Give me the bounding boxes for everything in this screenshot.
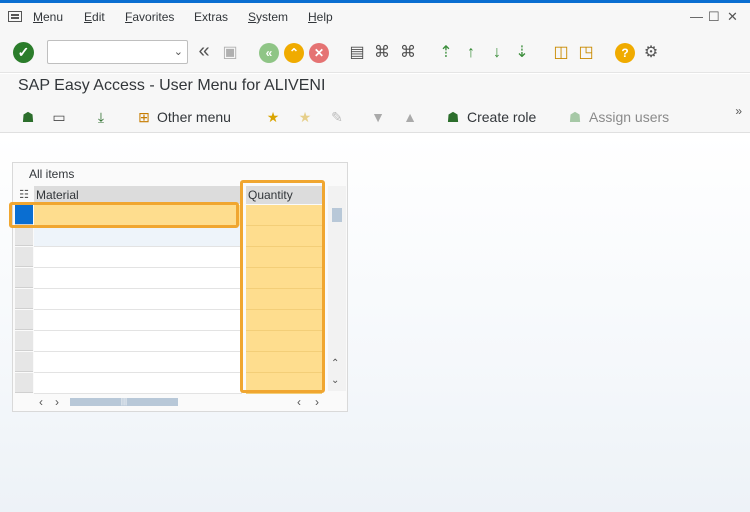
minimize-icon[interactable]: —: [690, 9, 703, 24]
create-session-icon[interactable]: ◫: [551, 43, 571, 63]
find-icon[interactable]: ⌘: [372, 43, 392, 63]
delete-favorite-icon[interactable]: ★: [296, 108, 314, 126]
back-icon[interactable]: «: [259, 43, 279, 63]
shortcut-icon[interactable]: ◳: [576, 43, 596, 63]
assign-users-icon[interactable]: ☗: [566, 108, 584, 126]
row-selector[interactable]: [15, 268, 33, 288]
other-menu-icon[interactable]: ⊞: [135, 108, 153, 126]
title-bar: SAP Easy Access - User Menu for ALIVENI: [0, 74, 750, 100]
scroll-thumb[interactable]: [332, 208, 342, 222]
system-menu-icon[interactable]: [8, 11, 22, 22]
save-icon[interactable]: ▣: [220, 43, 240, 63]
more-icon[interactable]: »: [735, 104, 742, 118]
menu-menu[interactable]: Menu: [33, 10, 63, 24]
highlight-material-cell: [9, 202, 239, 228]
menubar: Menu Edit Favorites Extras System Help —…: [0, 3, 750, 31]
menu-system[interactable]: System: [248, 10, 288, 24]
row-selector[interactable]: [15, 310, 33, 330]
material-cell[interactable]: [34, 331, 242, 352]
row-selector[interactable]: [15, 373, 33, 393]
add-favorite-icon[interactable]: ★: [264, 108, 282, 126]
cancel-icon[interactable]: ✕: [309, 43, 329, 63]
print-icon[interactable]: ▤: [347, 43, 367, 63]
material-cell[interactable]: [34, 226, 242, 247]
material-cell[interactable]: [34, 373, 242, 394]
edit-icon[interactable]: ✎: [328, 108, 346, 126]
enter-button[interactable]: ✓: [13, 42, 34, 63]
material-cell[interactable]: [34, 352, 242, 373]
next-page-icon[interactable]: ↓: [487, 43, 507, 63]
menu-extras[interactable]: Extras: [194, 10, 228, 24]
menu-edit[interactable]: Edit: [84, 10, 105, 24]
scroll-right-icon-2[interactable]: ›: [315, 395, 319, 409]
row-selector[interactable]: [15, 226, 33, 246]
h-scroll-thumb[interactable]: |||: [70, 398, 178, 406]
close-icon[interactable]: ✕: [727, 9, 738, 25]
standard-toolbar: ✓ ⌄ « ▣ « ⌃ ✕ ▤ ⌘ ⌘ ⇡ ↑ ↓ ⇣ ◫ ◳ ? ⚙: [0, 31, 750, 73]
highlight-quantity-column: [240, 180, 325, 393]
previous-page-icon[interactable]: ↑: [461, 43, 481, 63]
assign-users-button[interactable]: Assign users: [589, 109, 669, 125]
row-selector[interactable]: [15, 352, 33, 372]
scroll-down-icon[interactable]: ⌄: [331, 375, 339, 386]
material-cell[interactable]: [34, 310, 242, 331]
find-next-icon[interactable]: ⌘: [398, 43, 418, 63]
command-field[interactable]: ⌄: [47, 40, 188, 64]
table-title: All items: [29, 167, 75, 181]
vertical-scrollbar[interactable]: ⌃ ⌄: [328, 186, 346, 391]
application-toolbar: ☗ ▭ ⤓ ⊞ Other menu ★ ★ ✎ ▼ ▲ ☗ Create ro…: [0, 100, 750, 133]
horizontal-scrollbar[interactable]: ‹ › ||| ‹ ›: [35, 394, 323, 410]
material-cell[interactable]: [34, 247, 242, 268]
exit-icon[interactable]: ⌃: [284, 43, 304, 63]
last-page-icon[interactable]: ⇣: [512, 43, 532, 63]
page-title: SAP Easy Access - User Menu for ALIVENI: [18, 77, 326, 94]
chevron-down-icon[interactable]: ⌄: [174, 45, 183, 58]
move-up-icon[interactable]: ▲: [401, 108, 419, 126]
maximize-icon[interactable]: ☐: [708, 9, 720, 25]
row-selector[interactable]: [15, 247, 33, 267]
other-menu-button[interactable]: Other menu: [157, 109, 231, 125]
scroll-up-icon[interactable]: ⌃: [331, 358, 339, 369]
row-selector[interactable]: [15, 289, 33, 309]
scroll-right-icon[interactable]: ›: [55, 395, 59, 409]
scroll-left-icon[interactable]: ‹: [39, 395, 43, 409]
material-cell[interactable]: [34, 268, 242, 289]
material-cell[interactable]: [34, 289, 242, 310]
sap-menu-icon[interactable]: ▭: [50, 108, 68, 126]
menu-favorites[interactable]: Favorites: [125, 10, 174, 24]
collapse-toolbar-icon[interactable]: «: [194, 41, 214, 61]
scroll-left-icon-2[interactable]: ‹: [297, 395, 301, 409]
download-icon[interactable]: ⤓: [92, 108, 110, 126]
create-role-icon[interactable]: ☗: [444, 108, 462, 126]
create-role-button[interactable]: Create role: [467, 109, 536, 125]
user-menu-icon[interactable]: ☗: [19, 108, 37, 126]
help-icon[interactable]: ?: [615, 43, 635, 63]
command-input[interactable]: [48, 41, 163, 63]
move-down-icon[interactable]: ▼: [369, 108, 387, 126]
menu-help[interactable]: Help: [308, 10, 333, 24]
row-selector[interactable]: [15, 331, 33, 351]
settings-icon[interactable]: ⚙: [641, 43, 661, 63]
first-page-icon[interactable]: ⇡: [436, 43, 456, 63]
